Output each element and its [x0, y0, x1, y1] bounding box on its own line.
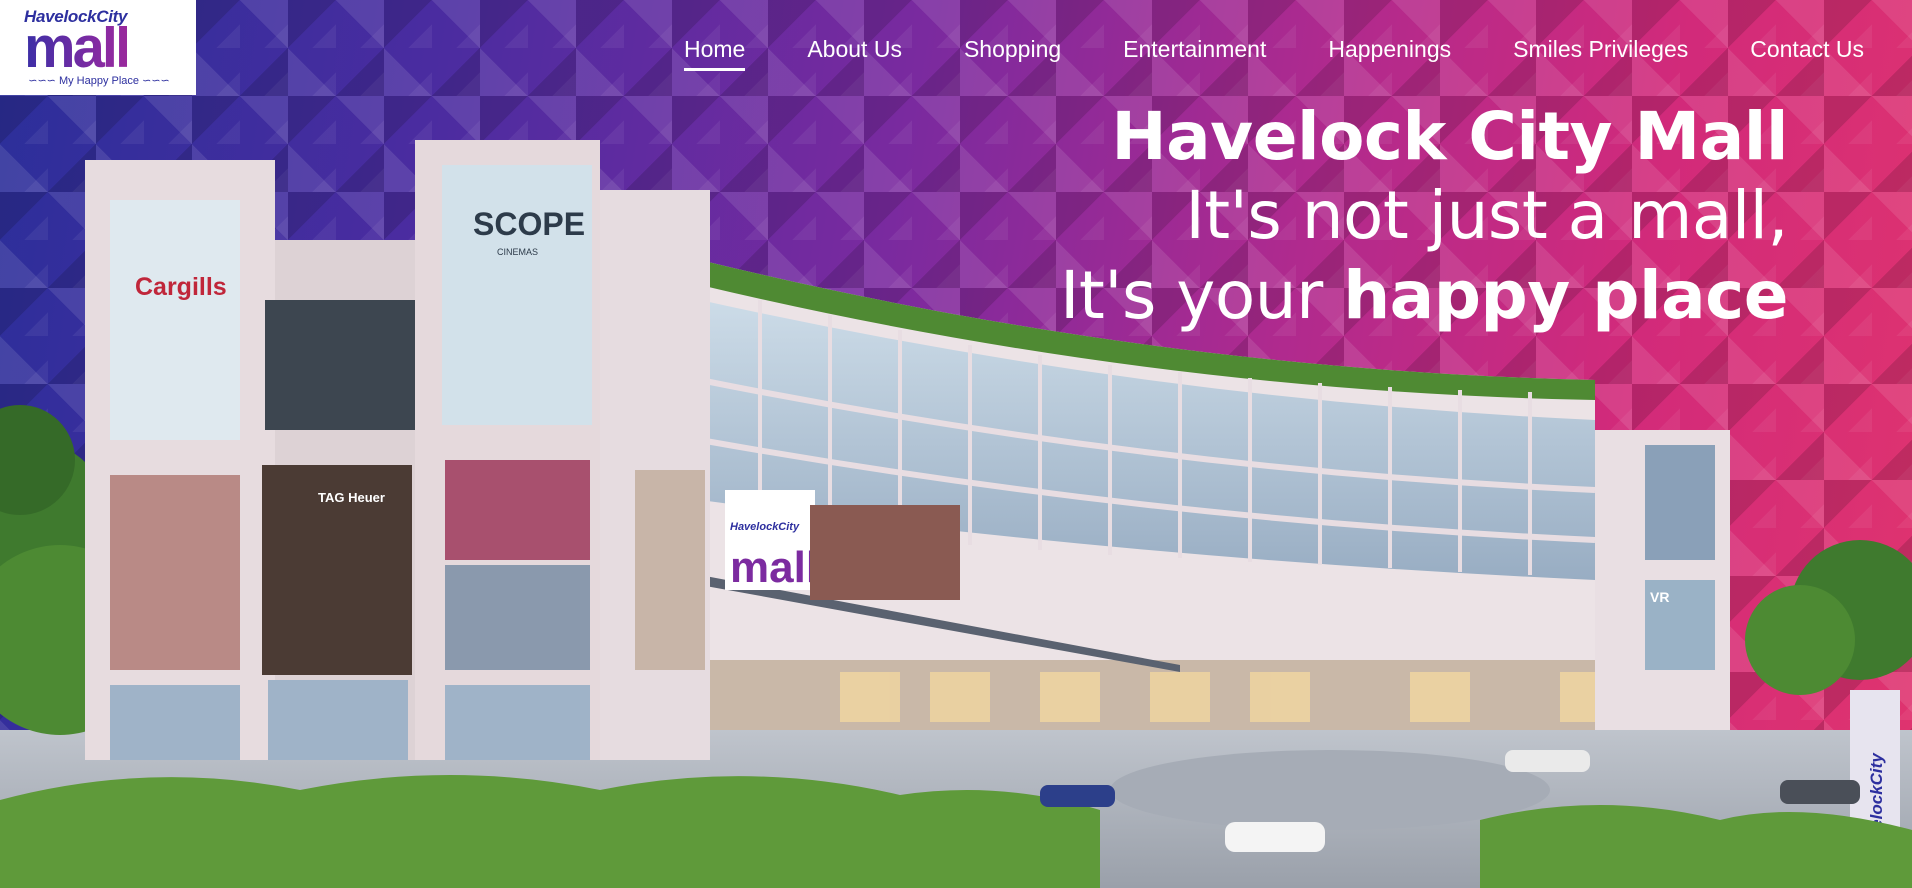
nav-contact-us[interactable]: Contact Us	[1750, 36, 1864, 71]
scope-sign: SCOPE	[473, 206, 585, 242]
hero-line-2-bold: happy place	[1343, 257, 1788, 334]
hero-line-2-prefix: It's your	[1059, 257, 1344, 334]
main-nav: Home About Us Shopping Entertainment Hap…	[683, 36, 1864, 71]
vr-sign: VR	[1650, 589, 1669, 605]
tagline-wave-left-icon: ∽∽∽	[28, 75, 59, 87]
facade-mall-sign: mall	[730, 543, 818, 592]
site-logo[interactable]: HavelockCity mall ∽∽∽ My Happy Place ∽∽∽	[0, 0, 196, 95]
nav-entertainment[interactable]: Entertainment	[1123, 36, 1266, 71]
hero-line-2: It's your happy place	[1059, 256, 1789, 336]
facade-mall-small-sign: HavelockCity	[730, 521, 800, 533]
hero-text: Havelock City Mall It's not just a mall,…	[1059, 98, 1789, 336]
nav-about-us[interactable]: About Us	[807, 36, 902, 71]
nav-shopping[interactable]: Shopping	[964, 36, 1061, 71]
logo-mall-text: mall	[24, 19, 186, 77]
cargills-sign: Cargills	[135, 273, 227, 301]
tag-heuer-sign: TAG Heuer	[318, 490, 385, 505]
nav-home[interactable]: Home	[683, 36, 746, 71]
tagline-wave-right-icon: ∽∽∽	[139, 75, 170, 87]
logo-tagline: ∽∽∽ My Happy Place ∽∽∽	[24, 74, 174, 87]
scope-sub-sign: CINEMAS	[497, 247, 538, 257]
hero-line-1: It's not just a mall,	[1185, 177, 1788, 254]
hero-title: Havelock City Mall	[1111, 98, 1788, 175]
logo-tagline-text: My Happy Place	[58, 75, 140, 87]
nav-smiles-privileges[interactable]: Smiles Privileges	[1513, 36, 1688, 71]
nav-happenings[interactable]: Happenings	[1328, 36, 1451, 71]
